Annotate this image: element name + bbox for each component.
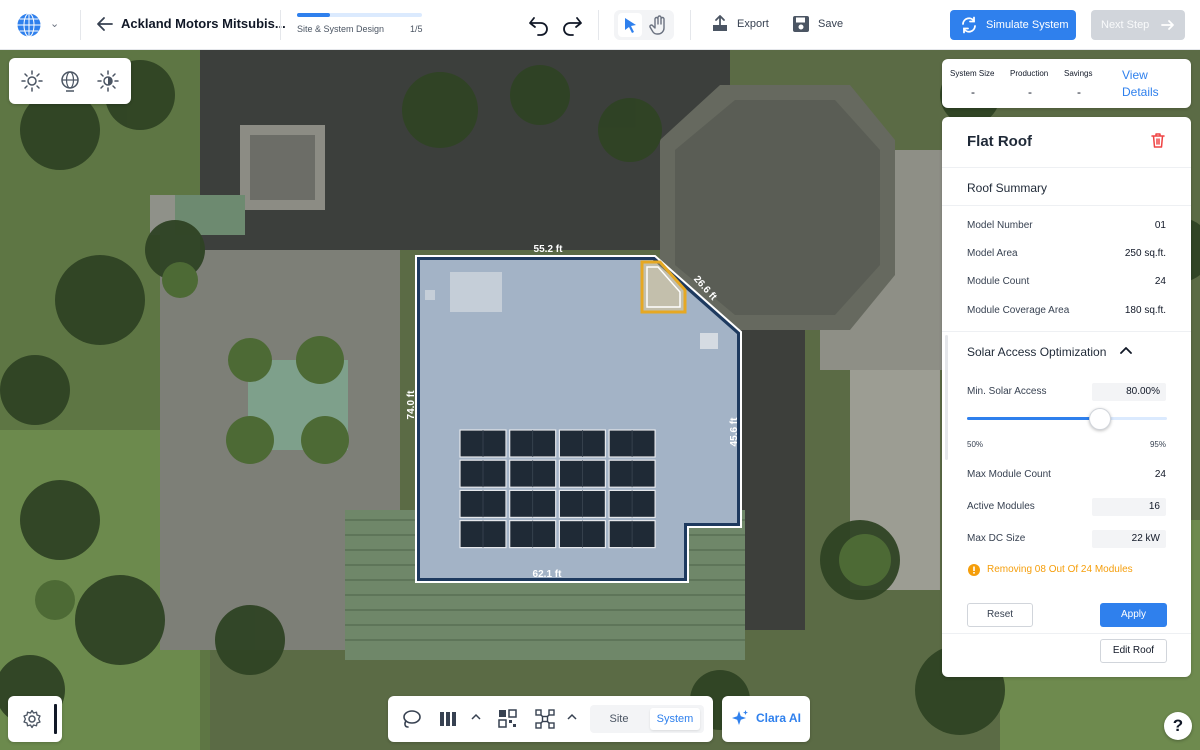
sun-icon[interactable] [20,69,44,93]
project-title[interactable]: Ackland Motors Mitsubis... [121,16,286,31]
divider [598,10,599,40]
top-bar: ⌄ Ackland Motors Mitsubis... Site & Syst… [0,0,1200,50]
module-count-label: Module Count [967,276,1030,287]
progress-step: 1/5 [410,24,423,34]
columns-icon[interactable] [438,708,460,730]
bottom-toolbar: Site System [388,696,713,742]
globe-icon[interactable] [58,69,82,93]
active-modules-label: Active Modules [967,501,1035,512]
clara-ai-button[interactable]: Clara AI [722,696,810,742]
hand-icon [649,15,665,35]
refresh-icon [962,16,976,34]
dimension-left: 74.0 ft [406,390,417,420]
system-size-value: - [971,85,975,99]
site-system-toggle: Site System [590,705,704,733]
system-size-label: System Size [950,69,995,78]
divider [80,10,81,40]
next-step-button[interactable]: Next Step [1091,10,1185,40]
settings-control [8,696,62,742]
progress-label: Site & System Design [297,24,385,34]
simulate-label: Simulate System [986,19,1069,31]
cursor-icon [625,18,636,33]
warning-circle-icon [968,564,980,576]
help-icon[interactable]: ? [1164,712,1192,740]
min-solar-access-label: Min. Solar Access [967,386,1047,397]
tab-site[interactable]: Site [594,708,644,730]
divider [942,633,1191,634]
max-dc-size-input[interactable]: 22 kW [1092,530,1166,548]
solar-access-slider-thumb[interactable] [1089,408,1112,430]
redo-icon[interactable] [561,14,583,36]
module-coverage-label: Module Coverage Area [967,305,1070,316]
view-details-link[interactable]: View Details [1122,67,1167,101]
divider [942,205,1191,206]
savings-label: Savings [1064,69,1093,78]
divider [942,167,1191,168]
undo-icon[interactable] [528,14,550,36]
active-modules-input[interactable]: 16 [1092,498,1166,516]
module-removal-warning: Removing 08 Out Of 24 Modules [987,564,1133,575]
dimension-bottom: 62.1 ft [533,569,563,580]
max-module-count-label: Max Module Count [967,469,1051,480]
trash-icon[interactable] [1149,131,1167,149]
arrow-left-icon[interactable] [96,14,114,34]
roof-details-panel: Flat Roof Roof Summary Model Number 01 M… [942,117,1191,677]
globe-grid-icon[interactable] [16,12,42,38]
production-value: - [1028,85,1032,99]
chevron-up-icon[interactable] [471,712,481,722]
floppy-icon[interactable] [792,15,810,33]
export-button[interactable]: Export [737,18,769,30]
solar-access-slider-fill [967,417,1101,420]
arrow-right-icon [1161,20,1174,30]
max-dc-size-label: Max DC Size [967,533,1026,544]
shade-sun-icon[interactable] [96,69,120,93]
divider [280,10,281,40]
production-label: Production [1010,69,1049,78]
system-summary-card: System Size - Production - Savings - Vie… [942,59,1191,108]
view-tools-panel [9,58,131,104]
export-icon[interactable] [710,14,730,34]
logo-chevron-down-icon[interactable]: ⌄ [50,17,59,30]
divider [690,10,691,40]
network-icon[interactable] [534,708,556,730]
simulate-system-button[interactable]: Simulate System [950,10,1076,40]
module-coverage-value: 180 sq.ft. [1124,305,1166,316]
qr-grid-icon[interactable] [497,708,519,730]
savings-value: - [1077,85,1081,99]
model-number-value: 01 [1154,220,1166,231]
select-tool-button[interactable] [618,13,642,37]
dimension-right: 45.6 ft [729,417,740,447]
chevron-up-icon[interactable] [1120,345,1132,355]
save-button[interactable]: Save [818,18,843,30]
chevron-up-icon[interactable] [567,712,577,722]
model-number-label: Model Number [967,220,1033,231]
clara-ai-label: Clara AI [756,711,801,725]
slider-min-label: 50% [967,440,984,449]
edit-roof-button[interactable]: Edit Roof [1100,639,1167,663]
lasso-icon[interactable] [400,708,422,730]
tab-system[interactable]: System [650,708,700,730]
progress-fill [297,13,330,17]
min-solar-access-input[interactable]: 80.00% [1092,383,1166,401]
module-count-value: 24 [1154,276,1166,287]
solar-access-title: Solar Access Optimization [967,345,1107,359]
next-step-label: Next Step [1101,19,1150,31]
panel-scrollbar[interactable] [945,335,948,460]
pan-tool-button[interactable] [647,13,671,37]
slider-max-label: 95% [1149,440,1166,449]
apply-button[interactable]: Apply [1100,603,1167,627]
panel-title: Flat Roof [967,133,1032,150]
roof-summary-title: Roof Summary [967,181,1048,195]
gear-icon[interactable] [22,709,42,729]
divider [942,331,1191,332]
sparkle-icon [732,710,748,725]
settings-divider [54,704,57,734]
model-area-label: Model Area [967,248,1018,259]
reset-button[interactable]: Reset [967,603,1033,627]
dimension-top: 55.2 ft [534,244,564,255]
max-module-count-value: 24 [1154,469,1166,480]
model-area-value: 250 sq.ft. [1124,248,1166,259]
